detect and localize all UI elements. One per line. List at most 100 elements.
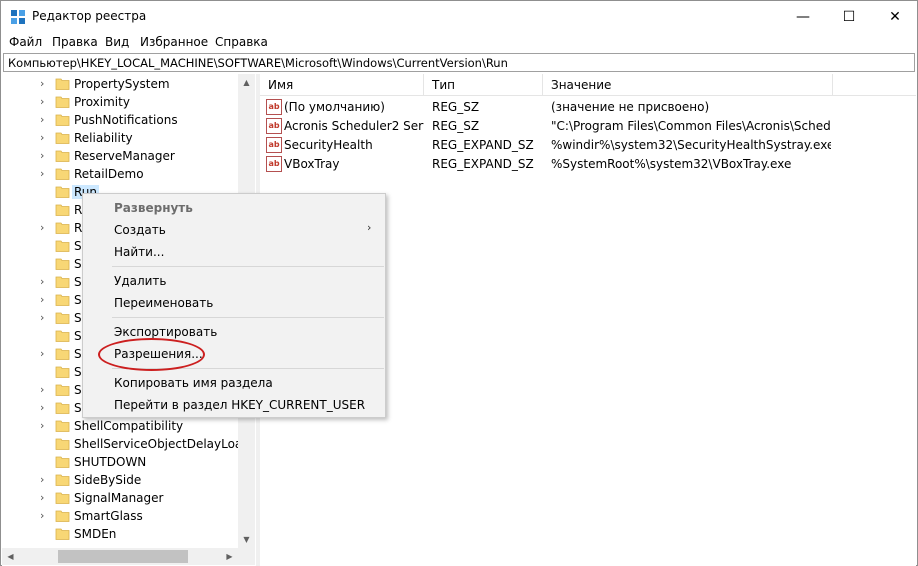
chevron-right-icon[interactable]: › (40, 401, 50, 415)
tree-item[interactable]: › PushNotifications (2, 111, 238, 129)
value-type: REG_EXPAND_SZ (432, 138, 534, 152)
scroll-down-icon[interactable]: ▼ (238, 531, 255, 548)
chevron-right-icon[interactable]: › (40, 491, 50, 505)
menu-help[interactable]: Справка (215, 35, 268, 49)
scroll-right-icon[interactable]: ▶ (221, 548, 238, 565)
minimize-button[interactable]: — (780, 1, 826, 32)
tree-item[interactable]: SHUTDOWN (2, 453, 238, 471)
chevron-right-icon[interactable]: › (40, 419, 50, 433)
chevron-right-icon[interactable]: › (40, 473, 50, 487)
chevron-right-icon[interactable]: › (40, 509, 50, 523)
tree-item-label: S (74, 293, 82, 307)
submenu-arrow-icon: › (367, 221, 372, 234)
value-type: REG_SZ (432, 100, 480, 114)
tree-item[interactable]: › RetailDemo (2, 165, 238, 183)
tree-item[interactable]: SMDEn (2, 525, 238, 543)
value-type: REG_SZ (432, 119, 480, 133)
chevron-right-icon[interactable]: › (40, 95, 50, 109)
tree-item-label: Proximity (74, 95, 130, 109)
column-header-type[interactable]: Тип (424, 74, 543, 96)
folder-icon (55, 312, 70, 324)
chevron-right-icon[interactable]: › (40, 149, 50, 163)
folder-icon (55, 186, 70, 198)
menu-item-create[interactable]: Создать (114, 223, 166, 237)
folder-icon (55, 96, 70, 108)
menu-edit[interactable]: Правка (52, 35, 98, 49)
menu-item-expand: Развернуть (114, 201, 193, 215)
tree-item-label: SideBySide (74, 473, 142, 487)
chevron-right-icon[interactable]: › (40, 77, 50, 91)
maximize-button[interactable]: ☐ (826, 1, 872, 32)
tree-item[interactable]: › SignalManager (2, 489, 238, 507)
value-row[interactable]: ab (По умолчанию) REG_SZ (значение не присв… (260, 98, 916, 117)
tree-item[interactable]: › SideBySide (2, 471, 238, 489)
folder-icon (55, 492, 70, 504)
tree-item[interactable]: › ReserveManager (2, 147, 238, 165)
tree-horizontal-scrollbar[interactable]: ◀ ▶ (2, 548, 238, 565)
chevron-right-icon[interactable]: › (40, 293, 50, 307)
title-bar[interactable]: Редактор реестра — ☐ ✕ (1, 1, 917, 32)
menu-file[interactable]: Файл (9, 35, 42, 49)
tree-item[interactable]: ShellServiceObjectDelayLoad (2, 435, 250, 453)
tree-item-label: ShellServiceObjectDelayLoad (74, 437, 250, 451)
column-header-name[interactable]: Имя (260, 74, 424, 96)
scroll-left-icon[interactable]: ◀ (2, 548, 19, 565)
tree-item-label: S (74, 239, 82, 253)
tree-item-label: PushNotifications (74, 113, 178, 127)
folder-icon (55, 510, 70, 522)
folder-icon (55, 438, 70, 450)
menu-item-copy-key-name[interactable]: Копировать имя раздела (114, 376, 273, 390)
chevron-right-icon[interactable]: › (40, 131, 50, 145)
value-row[interactable]: ab SecurityHealth REG_EXPAND_SZ %windir%\sy… (260, 136, 916, 155)
folder-icon (55, 114, 70, 126)
tree-item-label: S (74, 401, 82, 415)
tree-item[interactable]: › PropertySystem (2, 75, 238, 93)
tree-item[interactable]: › Reliability (2, 129, 238, 147)
tree-item[interactable]: › ShellCompatibility (2, 417, 238, 435)
address-bar[interactable]: Компьютер\HKEY_LOCAL_MACHINE\SOFTWARE\Mi… (3, 53, 915, 72)
tree-item[interactable]: › Proximity (2, 93, 238, 111)
tree-item-label: S (74, 275, 82, 289)
menu-view[interactable]: Вид (105, 35, 129, 49)
string-value-icon: ab (266, 137, 282, 153)
folder-icon (55, 150, 70, 162)
folder-icon (55, 456, 70, 468)
tree-item-label: SMDEn (74, 527, 117, 541)
value-name: Acronis Scheduler2 Servi... (284, 119, 424, 133)
string-value-icon: ab (266, 156, 282, 172)
value-row[interactable]: abAcronis Scheduler2 Servi... REG_SZ "C:\P… (260, 117, 916, 136)
menu-item-export[interactable]: Экспортировать (114, 325, 217, 339)
folder-icon (55, 240, 70, 252)
close-button[interactable]: ✕ (872, 1, 918, 32)
registry-editor-icon (11, 10, 25, 24)
value-data: %windir%\system32\SecurityHealthSystray.… (551, 138, 831, 152)
scroll-thumb[interactable] (58, 550, 188, 563)
value-name: VBoxTray (284, 157, 340, 171)
chevron-right-icon[interactable]: › (40, 113, 50, 127)
folder-icon (55, 420, 70, 432)
chevron-right-icon[interactable]: › (40, 275, 50, 289)
folder-icon (55, 384, 70, 396)
close-icon: ✕ (889, 8, 901, 25)
chevron-right-icon[interactable]: › (40, 221, 50, 235)
menu-favorites[interactable]: Избранное (140, 35, 208, 49)
chevron-right-icon[interactable]: › (40, 383, 50, 397)
column-header-data[interactable]: Значение (543, 74, 833, 96)
tree-item-label: S (74, 311, 82, 325)
scroll-up-icon[interactable]: ▲ (238, 74, 255, 91)
folder-icon (55, 204, 70, 216)
tree-item-label: S (74, 257, 82, 271)
menu-separator (112, 317, 384, 318)
window-title: Редактор реестра (32, 9, 147, 23)
value-row[interactable]: ab VBoxTray REG_EXPAND_SZ %SystemRoot%\syst… (260, 155, 916, 174)
tree-item[interactable]: › SmartGlass (2, 507, 238, 525)
chevron-right-icon[interactable]: › (40, 311, 50, 325)
menu-item-delete[interactable]: Удалить (114, 274, 167, 288)
menu-item-rename[interactable]: Переименовать (114, 296, 213, 310)
menu-item-goto-hkcu[interactable]: Перейти в раздел HKEY_CURRENT_USER (114, 398, 365, 412)
address-path[interactable]: Компьютер\HKEY_LOCAL_MACHINE\SOFTWARE\Mi… (8, 56, 508, 70)
chevron-right-icon[interactable]: › (40, 347, 50, 361)
value-data: %SystemRoot%\system32\VBoxTray.exe (551, 157, 792, 171)
chevron-right-icon[interactable]: › (40, 167, 50, 181)
menu-item-find[interactable]: Найти... (114, 245, 164, 259)
